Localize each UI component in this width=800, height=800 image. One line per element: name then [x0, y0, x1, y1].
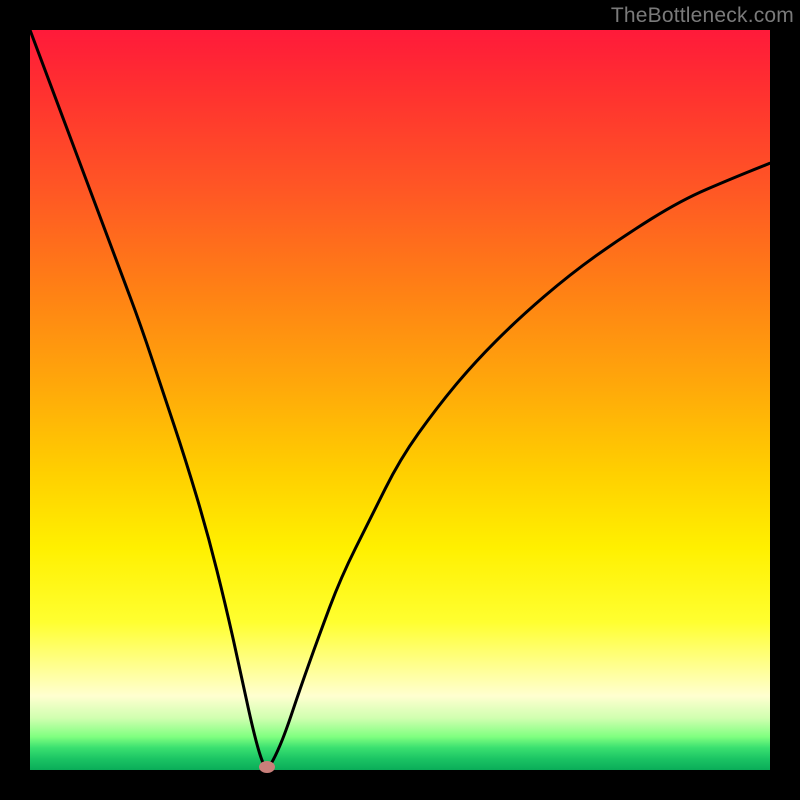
curve-svg [30, 30, 770, 770]
bottleneck-curve [30, 30, 770, 767]
watermark-text: TheBottleneck.com [611, 4, 794, 28]
chart-container: TheBottleneck.com [0, 0, 800, 800]
plot-area [30, 30, 770, 770]
optimal-point-marker [259, 761, 275, 773]
